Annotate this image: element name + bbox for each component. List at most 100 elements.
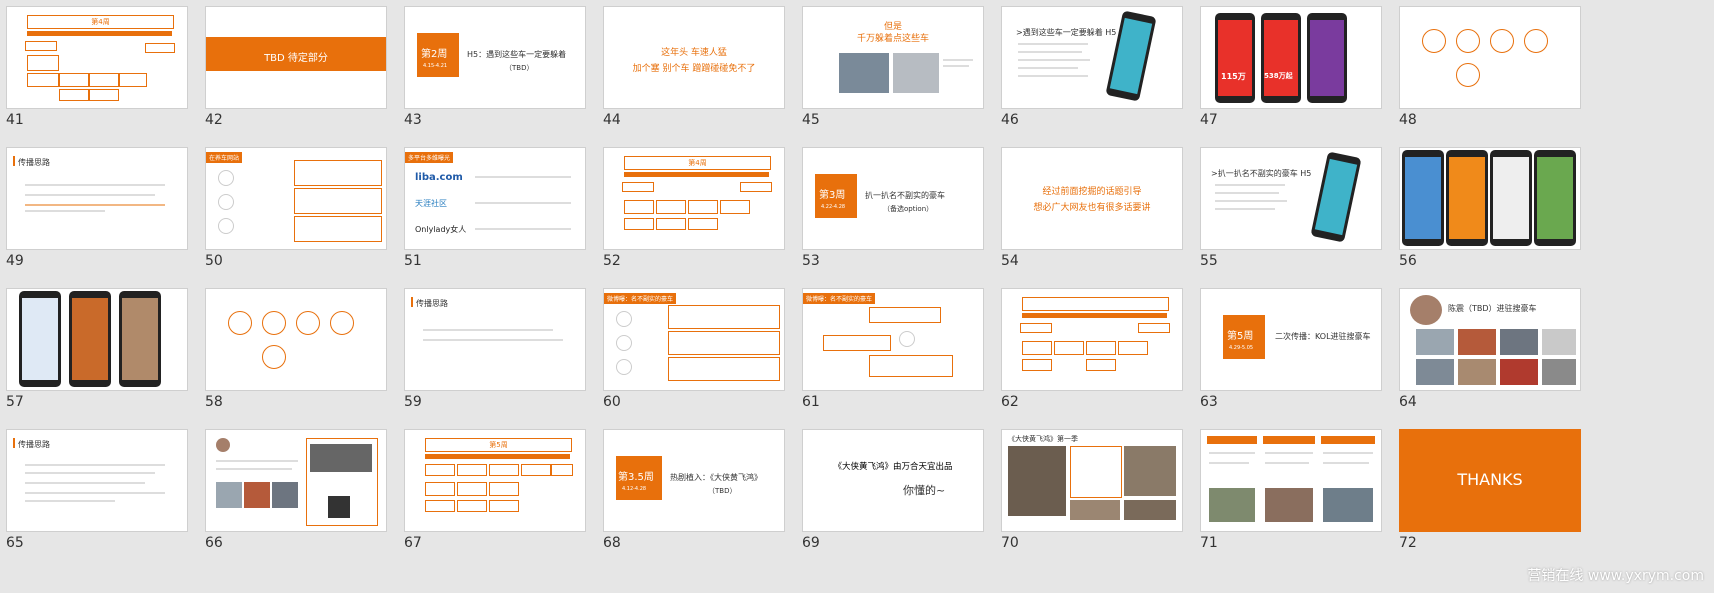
slide-thumb-47[interactable]: 115万 538万起 47 [1194,0,1411,150]
slide-thumb-56[interactable]: 56 [1393,141,1610,291]
slide-thumb-65[interactable]: 传播思路 65 [0,423,217,573]
slide-preview[interactable] [1399,6,1581,109]
price-label: 538万起 [1264,72,1293,80]
slide-preview[interactable]: 但是 千万躲着点这些车 [802,6,984,109]
slide-number: 52 [603,253,621,269]
slide-thumb-51[interactable]: 多平台多维曝光 liba.com 天涯社区 Onlylady女人 51 [398,141,615,291]
slide-preview[interactable]: 第5周 [404,429,586,532]
slide-preview[interactable]: 多平台多维曝光 liba.com 天涯社区 Onlylady女人 [404,147,586,250]
slide-thumb-64[interactable]: 陈震（TBD）进驻搜豪车 64 [1393,282,1610,432]
slide-thumb-63[interactable]: 第5周 4.29-5.05 二次传播：KOL进驻搜豪车 63 [1194,282,1411,432]
slide-preview[interactable]: 微博曝：名不副实的豪车 [802,288,984,391]
slide-thumb-44[interactable]: 这年头 车速人猛 加个塞 别个车 蹭蹭碰碰免不了 44 [597,0,814,150]
slide-number: 46 [1001,112,1019,128]
slide-number: 44 [603,112,621,128]
slide-preview[interactable]: 传播思路 [404,288,586,391]
logo-liba: liba.com [415,172,463,183]
slide-line-2: 千万躲着点这些车 [856,34,929,44]
slide-preview[interactable]: 第2周 4.15-4.21 H5：遇到这些车一定要躲着 （TBD） [404,6,586,109]
slide-preview[interactable]: >扒一扒名不副实的豪车 H5 [1200,147,1382,250]
slide-title: 陈震（TBD）进驻搜豪车 [1448,304,1537,313]
slide-title: 热剧植入：《大侠黄飞鸿》 [670,473,762,482]
slide-date: 4.29-5.05 [1229,345,1254,351]
slide-week-label: 第4周 [688,159,707,167]
slide-thumb-50[interactable]: 在养车网站 50 [199,141,416,291]
slide-preview[interactable] [6,288,188,391]
slide-preview[interactable] [205,429,387,532]
slide-thumb-41[interactable]: 第4周 41 [0,0,217,150]
slide-week-label: 第5周 [489,441,508,449]
slide-preview[interactable]: 第3.5周 4.12-4.28 热剧植入：《大侠黄飞鸿》 （TBD） [603,429,785,532]
slide-preview[interactable]: 第5周 4.29-5.05 二次传播：KOL进驻搜豪车 [1200,288,1382,391]
slide-sorter-grid: 第4周 41 TBD 待定部分 42 第2周 4.15-4.21 H5：遇到这些… [0,0,1714,593]
slide-preview[interactable]: 第3周 4.22-4.28 扒一扒名不副实的豪车 （备选option） [802,147,984,250]
slide-thumb-59[interactable]: 传播思路 59 [398,282,615,432]
slide-number: 42 [205,112,223,128]
slide-tag: 在养车网站 [206,152,243,163]
slide-tag: 微博曝：名不副实的豪车 [803,293,876,304]
slide-preview[interactable]: >遇到这些车一定要躲着 H5 [1001,6,1183,109]
slide-tag: 多平台多维曝光 [405,152,454,163]
slide-number: 55 [1200,253,1218,269]
slide-number: 64 [1399,394,1417,410]
slide-subtitle: （TBD） [708,487,737,495]
slide-preview[interactable]: TBD 待定部分 [205,6,387,109]
slide-thumb-43[interactable]: 第2周 4.15-4.21 H5：遇到这些车一定要躲着 （TBD） 43 [398,0,615,150]
avatar [1410,295,1442,325]
slide-thumb-57[interactable]: 57 [0,282,217,432]
slide-thumb-70[interactable]: 《大侠黄飞鸿》第一季 70 [995,423,1212,573]
slide-thumb-62[interactable]: 62 [995,282,1212,432]
slide-preview[interactable] [1001,288,1183,391]
slide-preview[interactable]: 微博曝：名不副实的豪车 [603,288,785,391]
slide-preview[interactable] [1399,147,1581,250]
slide-preview[interactable]: THANKS [1399,429,1581,532]
slide-preview[interactable]: 传播思路 [6,147,188,250]
slide-thumb-55[interactable]: >扒一扒名不副实的豪车 H5 55 [1194,141,1411,291]
slide-thumb-49[interactable]: 传播思路 49 [0,141,217,291]
slide-thumb-61[interactable]: 微博曝：名不副实的豪车 61 [796,282,1013,432]
slide-number: 69 [802,535,820,551]
slide-line-2: 加个塞 别个车 蹭蹭碰碰免不了 [632,64,756,74]
slide-preview[interactable] [1200,429,1382,532]
slide-preview[interactable]: 传播思路 [6,429,188,532]
logo-onlylady: Onlylady女人 [415,225,467,234]
slide-number: 50 [205,253,223,269]
slide-preview[interactable]: 第4周 [603,147,785,250]
slide-thumb-71[interactable]: 71 [1194,423,1411,573]
slide-thumb-58[interactable]: 58 [199,282,416,432]
slide-preview[interactable]: 第4周 [6,6,188,109]
slide-thumb-66[interactable]: 66 [199,423,416,573]
slide-thumb-54[interactable]: 经过前面挖掘的话题引导 想必广大网友也有很多话要讲 54 [995,141,1212,291]
slide-title: 传播思路 [416,299,448,308]
slide-number: 60 [603,394,621,410]
avatar [216,438,230,452]
slide-number: 62 [1001,394,1019,410]
slide-thumb-60[interactable]: 微博曝：名不副实的豪车 60 [597,282,814,432]
slide-number: 71 [1200,535,1218,551]
slide-week-label: 第4周 [91,18,110,26]
slide-thumb-42[interactable]: TBD 待定部分 42 [199,0,416,150]
slide-preview[interactable]: 陈震（TBD）进驻搜豪车 [1399,288,1581,391]
slide-thumb-69[interactable]: 《大侠黄飞鸿》由万合天宜出品 你懂的~ 69 [796,423,1013,573]
slide-thumb-46[interactable]: >遇到这些车一定要躲着 H5 46 [995,0,1212,150]
slide-thumb-48[interactable]: 48 [1393,0,1610,150]
slide-preview[interactable]: 《大侠黄飞鸿》由万合天宜出品 你懂的~ [802,429,984,532]
slide-preview[interactable] [205,288,387,391]
slide-preview[interactable]: 这年头 车速人猛 加个塞 别个车 蹭蹭碰碰免不了 [603,6,785,109]
slide-preview[interactable]: 115万 538万起 [1200,6,1382,109]
slide-preview[interactable]: 《大侠黄飞鸿》第一季 [1001,429,1183,532]
slide-number: 59 [404,394,422,410]
slide-number: 63 [1200,394,1218,410]
slide-thumb-68[interactable]: 第3.5周 4.12-4.28 热剧植入：《大侠黄飞鸿》 （TBD） 68 [597,423,814,573]
price-label: 115万 [1221,72,1246,81]
slide-number: 61 [802,394,820,410]
slide-thumb-72[interactable]: THANKS 72 [1393,423,1610,573]
slide-week: 第3周 [819,190,846,201]
slide-thumb-52[interactable]: 第4周 52 [597,141,814,291]
slide-line-1: 这年头 车速人猛 [661,48,727,58]
slide-preview[interactable]: 经过前面挖掘的话题引导 想必广大网友也有很多话要讲 [1001,147,1183,250]
slide-preview[interactable]: 在养车网站 [205,147,387,250]
slide-thumb-53[interactable]: 第3周 4.22-4.28 扒一扒名不副实的豪车 （备选option） 53 [796,141,1013,291]
slide-thumb-45[interactable]: 但是 千万躲着点这些车 45 [796,0,1013,150]
slide-thumb-67[interactable]: 第5周 67 [398,423,615,573]
